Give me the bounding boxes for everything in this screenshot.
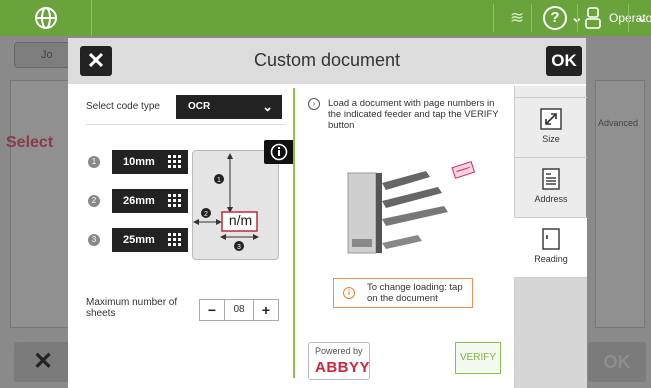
- arrow-right-circle-icon: ›: [308, 98, 320, 110]
- tabs-empty-area: [515, 278, 587, 388]
- max-sheets-stepper: − 08 +: [199, 299, 279, 321]
- abbyy-logo: Powered by ABBYY: [308, 342, 370, 380]
- reading-doc-icon: [542, 228, 560, 250]
- custom-document-dialog: ✕ Custom document OK Select code type OC…: [68, 38, 587, 388]
- wifi-signal-icon: ≋: [509, 8, 525, 27]
- position-3-field[interactable]: 25mm: [112, 228, 188, 252]
- tab-reading[interactable]: Reading: [514, 218, 587, 278]
- tabs-top-spacer: [515, 86, 587, 98]
- tab-address-label: Address: [534, 194, 568, 204]
- background-advanced-label: Advanced: [598, 118, 639, 128]
- background-select-label: Select: [6, 134, 54, 151]
- dialog-header: ✕ Custom document OK: [68, 38, 586, 84]
- page-number-code: n/m: [228, 212, 253, 228]
- position-2-field[interactable]: 26mm: [112, 189, 188, 213]
- svg-text:3: 3: [237, 244, 241, 251]
- section-divider: [293, 88, 295, 378]
- info-button[interactable]: [264, 140, 294, 164]
- help-icon[interactable]: ?: [543, 6, 567, 30]
- code-type-value: OCR: [188, 101, 211, 112]
- max-sheets-value[interactable]: 08: [224, 300, 254, 320]
- position-number: 2: [88, 195, 100, 207]
- powered-by-label: Powered by: [315, 346, 363, 356]
- keypad-icon: [168, 233, 181, 246]
- tab-reading-label: Reading: [534, 254, 568, 264]
- svg-text:2: 2: [204, 211, 208, 218]
- background-ok-button: OK: [588, 342, 646, 382]
- info-icon: i: [343, 287, 355, 299]
- change-loading-text: To change loading: tap on the document: [367, 282, 463, 304]
- tab-address[interactable]: Address: [515, 158, 587, 218]
- position-1-field[interactable]: 10mm: [112, 150, 188, 174]
- position-number: 1: [88, 156, 100, 168]
- dialog-title: Custom document: [253, 50, 401, 70]
- load-instructions: Load a document with page numbers in the…: [328, 98, 499, 131]
- code-type-select[interactable]: OCR ⌄: [176, 95, 282, 119]
- background-cancel-button: ✕: [14, 342, 72, 382]
- ok-button[interactable]: OK: [546, 46, 582, 76]
- verify-button[interactable]: VERIFY: [455, 342, 501, 374]
- folder-inserter-machine-illustration[interactable]: [338, 143, 478, 263]
- decrement-button[interactable]: −: [200, 300, 224, 320]
- svg-text:1: 1: [217, 177, 221, 184]
- globe-icon[interactable]: [0, 0, 92, 36]
- tab-size[interactable]: Size: [515, 98, 587, 158]
- document-position-illustration: 1 2 3 n/m: [192, 150, 279, 260]
- divider: [86, 124, 286, 125]
- increment-button[interactable]: +: [254, 300, 278, 320]
- keypad-icon: [168, 155, 181, 168]
- keypad-icon: [168, 194, 181, 207]
- user-menu-chevron-icon[interactable]: ⌄: [636, 9, 648, 26]
- tab-size-label: Size: [542, 134, 560, 144]
- abbyy-wordmark: ABBYY: [315, 359, 371, 376]
- position-number: 3: [88, 234, 100, 246]
- chevron-down-icon: ⌄: [262, 99, 273, 114]
- address-doc-icon: [542, 168, 560, 190]
- top-bar: ≋ ? ⌄ Operator ⌄: [0, 0, 651, 36]
- code-type-label: Select code type: [86, 101, 160, 112]
- max-sheets-label: Maximum number of sheets: [86, 297, 178, 319]
- user-icon: [585, 7, 601, 29]
- settings-tabs: Size Address Reading: [514, 86, 587, 388]
- back-button: Jo: [14, 42, 74, 68]
- change-loading-notice: i To change loading: tap on the document: [333, 278, 473, 308]
- background-panel: [10, 80, 70, 328]
- resize-icon: [540, 108, 562, 130]
